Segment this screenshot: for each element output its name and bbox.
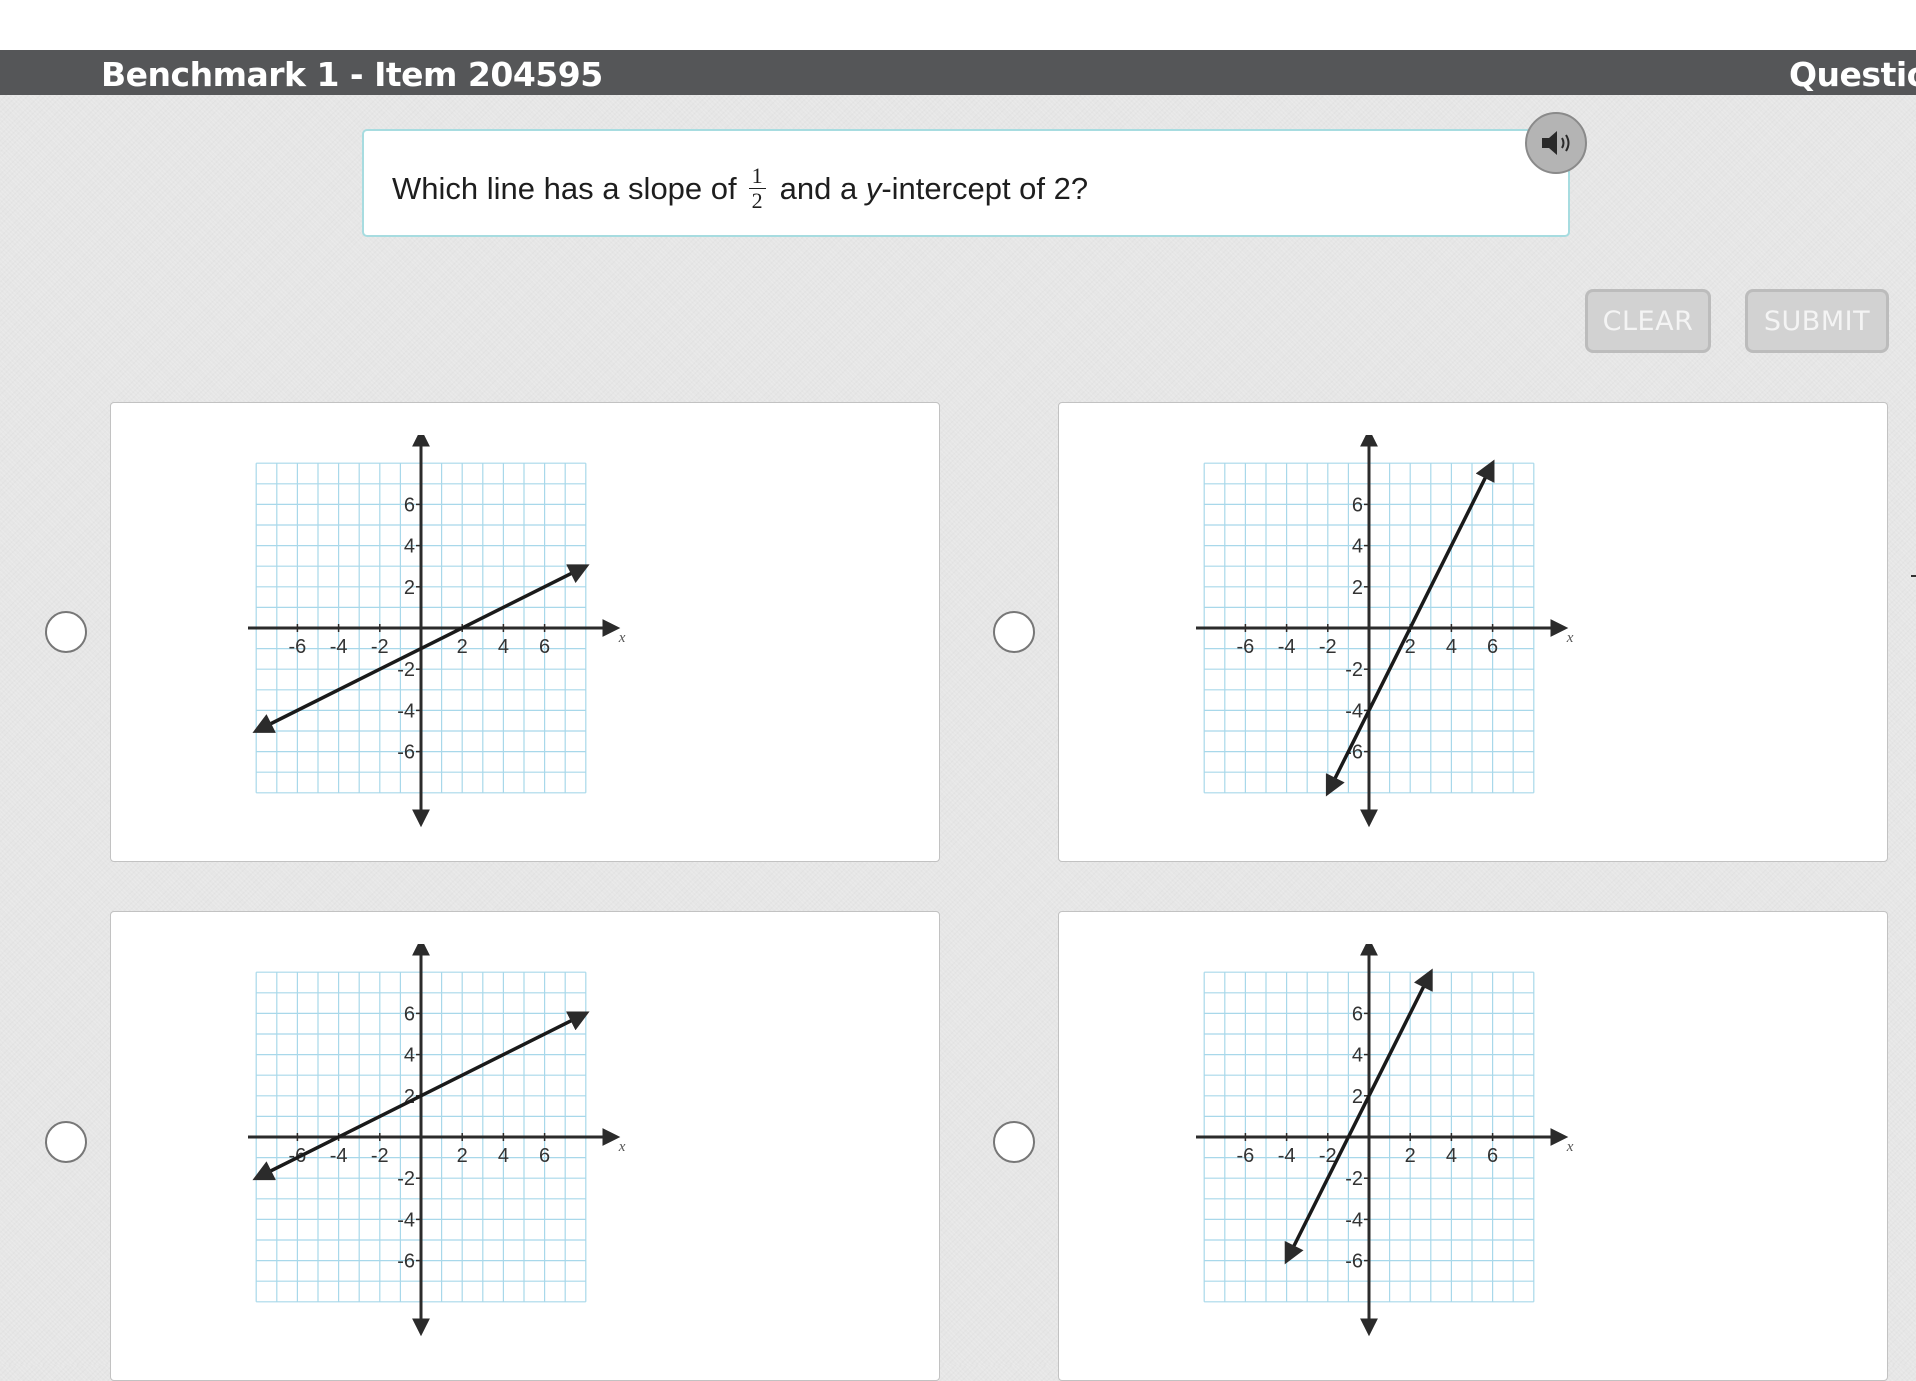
option-card-c[interactable]: -66-44-222-24-46-6xy: [110, 911, 940, 1381]
x-tick-label: -6: [1237, 636, 1255, 658]
x-axis-label: x: [1566, 1139, 1574, 1155]
x-axis-label: x: [618, 1139, 626, 1155]
y-tick-label: 4: [1352, 536, 1363, 558]
y-tick-label: -2: [397, 659, 415, 681]
graph-d: -66-44-222-24-46-6xy: [1169, 927, 1596, 1344]
x-axis-label: x: [618, 630, 626, 646]
edge-marker: [1911, 575, 1916, 577]
y-tick-label: 2: [1352, 577, 1363, 599]
speaker-icon: [1542, 131, 1570, 155]
graph-a: -66-44-222-24-46-6xy: [221, 418, 648, 835]
fraction-numerator: 1: [748, 165, 766, 189]
x-tick-label: -4: [1278, 1145, 1296, 1167]
x-tick-label: 2: [1405, 1145, 1416, 1167]
x-tick-label: 2: [457, 1145, 468, 1167]
page-title: Benchmark 1 - Item 204595: [101, 55, 603, 94]
x-tick-label: 4: [1446, 1145, 1457, 1167]
x-axis-label: x: [1566, 630, 1574, 646]
graph-b: -66-44-222-24-46-6xy: [1169, 418, 1596, 835]
x-tick-label: -2: [371, 1145, 389, 1167]
submit-button[interactable]: SUBMIT: [1745, 289, 1889, 353]
y-tick-label: -4: [397, 700, 415, 722]
header-bar: Benchmark 1 - Item 204595 Question: [0, 50, 1916, 95]
x-tick-label: 4: [1446, 636, 1457, 658]
y-tick-label: -6: [397, 1251, 415, 1273]
radio-option-d[interactable]: [993, 1121, 1035, 1163]
option-card-d[interactable]: -66-44-222-24-46-6xy: [1058, 911, 1888, 1381]
x-tick-label: 2: [457, 636, 468, 658]
graph-c: -66-44-222-24-46-6xy: [221, 927, 648, 1344]
y-tick-label: -4: [1345, 700, 1363, 722]
x-tick-label: 6: [539, 636, 550, 658]
question-suffix: -intercept of 2?: [881, 170, 1089, 206]
x-tick-label: 4: [498, 636, 509, 658]
y-tick-label: -4: [397, 1209, 415, 1231]
y-tick-label: -6: [1345, 1251, 1363, 1273]
coordinate-plane: -66-44-222-24-46-6xy: [1169, 418, 1574, 828]
fraction-denominator: 2: [751, 188, 763, 213]
radio-option-a[interactable]: [45, 611, 87, 653]
y-tick-label: 4: [1352, 1045, 1363, 1067]
top-strip: [0, 0, 1916, 50]
y-tick-label: -4: [1345, 1209, 1363, 1231]
x-tick-label: -4: [330, 1145, 348, 1167]
question-counter: Question: [1789, 55, 1916, 94]
x-tick-label: -6: [1237, 1145, 1255, 1167]
x-tick-label: 4: [498, 1145, 509, 1167]
radio-option-c[interactable]: [45, 1121, 87, 1163]
y-tick-label: 6: [404, 1003, 415, 1025]
y-tick-label: -2: [1345, 659, 1363, 681]
question-prompt: Which line has a slope of 1 2 and a y -in…: [362, 129, 1570, 237]
y-tick-label: 6: [1352, 494, 1363, 516]
slope-fraction: 1 2: [748, 165, 766, 213]
y-tick-label: -2: [397, 1168, 415, 1190]
audio-button[interactable]: [1525, 112, 1587, 174]
coordinate-plane: -66-44-222-24-46-6xy: [1169, 927, 1574, 1337]
question-middle: and a: [779, 170, 858, 206]
radio-option-b[interactable]: [993, 611, 1035, 653]
y-tick-label: 4: [404, 1045, 415, 1067]
question-prefix: Which line has a slope of: [392, 170, 737, 206]
y-tick-label: 6: [1352, 1003, 1363, 1025]
y-tick-label: -2: [1345, 1168, 1363, 1190]
y-tick-label: 2: [404, 577, 415, 599]
y-tick-label: 6: [404, 494, 415, 516]
x-tick-label: -2: [1319, 636, 1337, 658]
y-tick-label: 2: [1352, 1086, 1363, 1108]
x-tick-label: -4: [1278, 636, 1296, 658]
x-tick-label: 6: [1487, 1145, 1498, 1167]
clear-button[interactable]: CLEAR: [1585, 289, 1711, 353]
x-tick-label: 6: [539, 1145, 550, 1167]
y-tick-label: -6: [397, 742, 415, 764]
y-tick-label: 4: [404, 536, 415, 558]
x-tick-label: -4: [330, 636, 348, 658]
x-tick-label: -6: [289, 636, 307, 658]
option-card-b[interactable]: -66-44-222-24-46-6xy: [1058, 402, 1888, 862]
x-tick-label: 6: [1487, 636, 1498, 658]
question-variable: y: [865, 170, 882, 206]
question-text: Which line has a slope of 1 2 and a y -in…: [392, 165, 1088, 212]
coordinate-plane: -66-44-222-24-46-6xy: [221, 927, 626, 1337]
x-tick-label: -2: [371, 636, 389, 658]
coordinate-plane: -66-44-222-24-46-6xy: [221, 418, 626, 828]
option-card-a[interactable]: -66-44-222-24-46-6xy: [110, 402, 940, 862]
